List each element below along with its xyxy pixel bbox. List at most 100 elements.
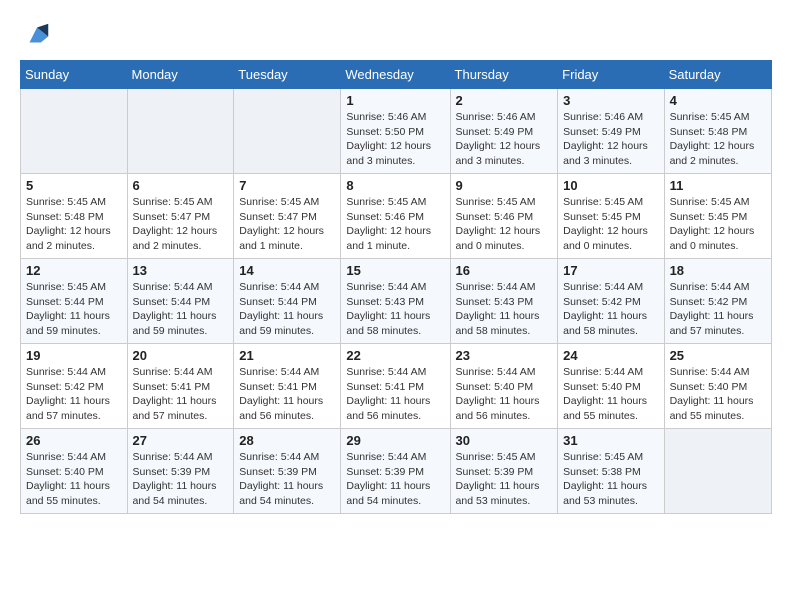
week-row: 5 Sunrise: 5:45 AM Sunset: 5:48 PM Daylig… [21,174,772,259]
day-number: 15 [346,263,444,278]
day-cell: 6 Sunrise: 5:45 AM Sunset: 5:47 PM Daylig… [127,174,234,259]
day-cell: 14 Sunrise: 5:44 AM Sunset: 5:44 PM Dayli… [234,259,341,344]
day-detail: Sunrise: 5:44 AM Sunset: 5:44 PM Dayligh… [239,280,335,339]
day-detail: Sunrise: 5:45 AM Sunset: 5:48 PM Dayligh… [26,195,122,254]
col-header-sunday: Sunday [21,61,128,89]
week-row: 12 Sunrise: 5:45 AM Sunset: 5:44 PM Dayli… [21,259,772,344]
day-number: 26 [26,433,122,448]
day-cell: 12 Sunrise: 5:45 AM Sunset: 5:44 PM Dayli… [21,259,128,344]
day-number: 29 [346,433,444,448]
logo [20,20,52,50]
day-number: 17 [563,263,658,278]
day-cell: 29 Sunrise: 5:44 AM Sunset: 5:39 PM Dayli… [341,429,450,514]
day-detail: Sunrise: 5:44 AM Sunset: 5:40 PM Dayligh… [26,450,122,509]
day-detail: Sunrise: 5:44 AM Sunset: 5:41 PM Dayligh… [239,365,335,424]
day-detail: Sunrise: 5:46 AM Sunset: 5:49 PM Dayligh… [456,110,553,169]
col-header-tuesday: Tuesday [234,61,341,89]
day-cell: 28 Sunrise: 5:44 AM Sunset: 5:39 PM Dayli… [234,429,341,514]
day-number: 24 [563,348,658,363]
day-cell: 23Sunrise: 5:44 AM Sunset: 5:40 PM Dayli… [450,344,558,429]
day-number: 4 [670,93,766,108]
day-detail: Sunrise: 5:44 AM Sunset: 5:39 PM Dayligh… [346,450,444,509]
day-detail: Sunrise: 5:44 AM Sunset: 5:42 PM Dayligh… [563,280,658,339]
day-number: 21 [239,348,335,363]
day-detail: Sunrise: 5:44 AM Sunset: 5:39 PM Dayligh… [239,450,335,509]
day-detail: Sunrise: 5:45 AM Sunset: 5:46 PM Dayligh… [456,195,553,254]
day-detail: Sunrise: 5:46 AM Sunset: 5:50 PM Dayligh… [346,110,444,169]
day-cell: 17 Sunrise: 5:44 AM Sunset: 5:42 PM Dayli… [558,259,664,344]
day-cell [127,89,234,174]
day-cell: 9 Sunrise: 5:45 AM Sunset: 5:46 PM Daylig… [450,174,558,259]
day-detail: Sunrise: 5:44 AM Sunset: 5:41 PM Dayligh… [346,365,444,424]
day-number: 12 [26,263,122,278]
day-number: 10 [563,178,658,193]
header-row: SundayMondayTuesdayWednesdayThursdayFrid… [21,61,772,89]
day-cell: 19Sunrise: 5:44 AM Sunset: 5:42 PM Dayli… [21,344,128,429]
day-cell [21,89,128,174]
day-detail: Sunrise: 5:44 AM Sunset: 5:43 PM Dayligh… [346,280,444,339]
col-header-thursday: Thursday [450,61,558,89]
day-number: 2 [456,93,553,108]
day-detail: Sunrise: 5:45 AM Sunset: 5:48 PM Dayligh… [670,110,766,169]
day-detail: Sunrise: 5:44 AM Sunset: 5:39 PM Dayligh… [133,450,229,509]
day-number: 3 [563,93,658,108]
day-cell: 1 Sunrise: 5:46 AM Sunset: 5:50 PM Daylig… [341,89,450,174]
week-row: 1 Sunrise: 5:46 AM Sunset: 5:50 PM Daylig… [21,89,772,174]
day-detail: Sunrise: 5:44 AM Sunset: 5:42 PM Dayligh… [670,280,766,339]
day-number: 18 [670,263,766,278]
day-number: 16 [456,263,553,278]
day-detail: Sunrise: 5:44 AM Sunset: 5:40 PM Dayligh… [456,365,553,424]
day-number: 20 [133,348,229,363]
day-cell: 27 Sunrise: 5:44 AM Sunset: 5:39 PM Dayli… [127,429,234,514]
day-detail: Sunrise: 5:45 AM Sunset: 5:45 PM Dayligh… [670,195,766,254]
day-cell: 24 Sunrise: 5:44 AM Sunset: 5:40 PM Dayli… [558,344,664,429]
day-cell: 16Sunrise: 5:44 AM Sunset: 5:43 PM Dayli… [450,259,558,344]
day-number: 31 [563,433,658,448]
day-cell: 26 Sunrise: 5:44 AM Sunset: 5:40 PM Dayli… [21,429,128,514]
day-number: 5 [26,178,122,193]
day-number: 9 [456,178,553,193]
day-number: 30 [456,433,553,448]
day-number: 13 [133,263,229,278]
day-cell: 30 Sunrise: 5:45 AM Sunset: 5:39 PM Dayli… [450,429,558,514]
day-detail: Sunrise: 5:45 AM Sunset: 5:44 PM Dayligh… [26,280,122,339]
col-header-wednesday: Wednesday [341,61,450,89]
day-number: 14 [239,263,335,278]
day-detail: Sunrise: 5:45 AM Sunset: 5:39 PM Dayligh… [456,450,553,509]
day-number: 11 [670,178,766,193]
day-detail: Sunrise: 5:44 AM Sunset: 5:40 PM Dayligh… [563,365,658,424]
day-cell: 22Sunrise: 5:44 AM Sunset: 5:41 PM Dayli… [341,344,450,429]
day-cell: 18 Sunrise: 5:44 AM Sunset: 5:42 PM Dayli… [664,259,771,344]
day-number: 19 [26,348,122,363]
day-cell: 21 Sunrise: 5:44 AM Sunset: 5:41 PM Dayli… [234,344,341,429]
day-cell: 11 Sunrise: 5:45 AM Sunset: 5:45 PM Dayli… [664,174,771,259]
col-header-monday: Monday [127,61,234,89]
day-cell [234,89,341,174]
day-number: 28 [239,433,335,448]
col-header-friday: Friday [558,61,664,89]
day-detail: Sunrise: 5:45 AM Sunset: 5:38 PM Dayligh… [563,450,658,509]
week-row: 19Sunrise: 5:44 AM Sunset: 5:42 PM Dayli… [21,344,772,429]
day-number: 8 [346,178,444,193]
day-detail: Sunrise: 5:44 AM Sunset: 5:44 PM Dayligh… [133,280,229,339]
day-detail: Sunrise: 5:45 AM Sunset: 5:46 PM Dayligh… [346,195,444,254]
day-cell: 20 Sunrise: 5:44 AM Sunset: 5:41 PM Dayli… [127,344,234,429]
day-number: 6 [133,178,229,193]
day-detail: Sunrise: 5:45 AM Sunset: 5:47 PM Dayligh… [133,195,229,254]
day-cell: 25Sunrise: 5:44 AM Sunset: 5:40 PM Dayli… [664,344,771,429]
day-detail: Sunrise: 5:44 AM Sunset: 5:41 PM Dayligh… [133,365,229,424]
day-number: 27 [133,433,229,448]
day-detail: Sunrise: 5:44 AM Sunset: 5:40 PM Dayligh… [670,365,766,424]
day-cell: 4 Sunrise: 5:45 AM Sunset: 5:48 PM Daylig… [664,89,771,174]
day-number: 7 [239,178,335,193]
day-cell [664,429,771,514]
day-cell: 8 Sunrise: 5:45 AM Sunset: 5:46 PM Daylig… [341,174,450,259]
day-number: 1 [346,93,444,108]
day-cell: 7Sunrise: 5:45 AM Sunset: 5:47 PM Daylig… [234,174,341,259]
day-detail: Sunrise: 5:45 AM Sunset: 5:45 PM Dayligh… [563,195,658,254]
day-cell: 5 Sunrise: 5:45 AM Sunset: 5:48 PM Daylig… [21,174,128,259]
day-cell: 10 Sunrise: 5:45 AM Sunset: 5:45 PM Dayli… [558,174,664,259]
page-header [20,20,772,50]
day-cell: 2 Sunrise: 5:46 AM Sunset: 5:49 PM Daylig… [450,89,558,174]
day-cell: 3Sunrise: 5:46 AM Sunset: 5:49 PM Daylig… [558,89,664,174]
